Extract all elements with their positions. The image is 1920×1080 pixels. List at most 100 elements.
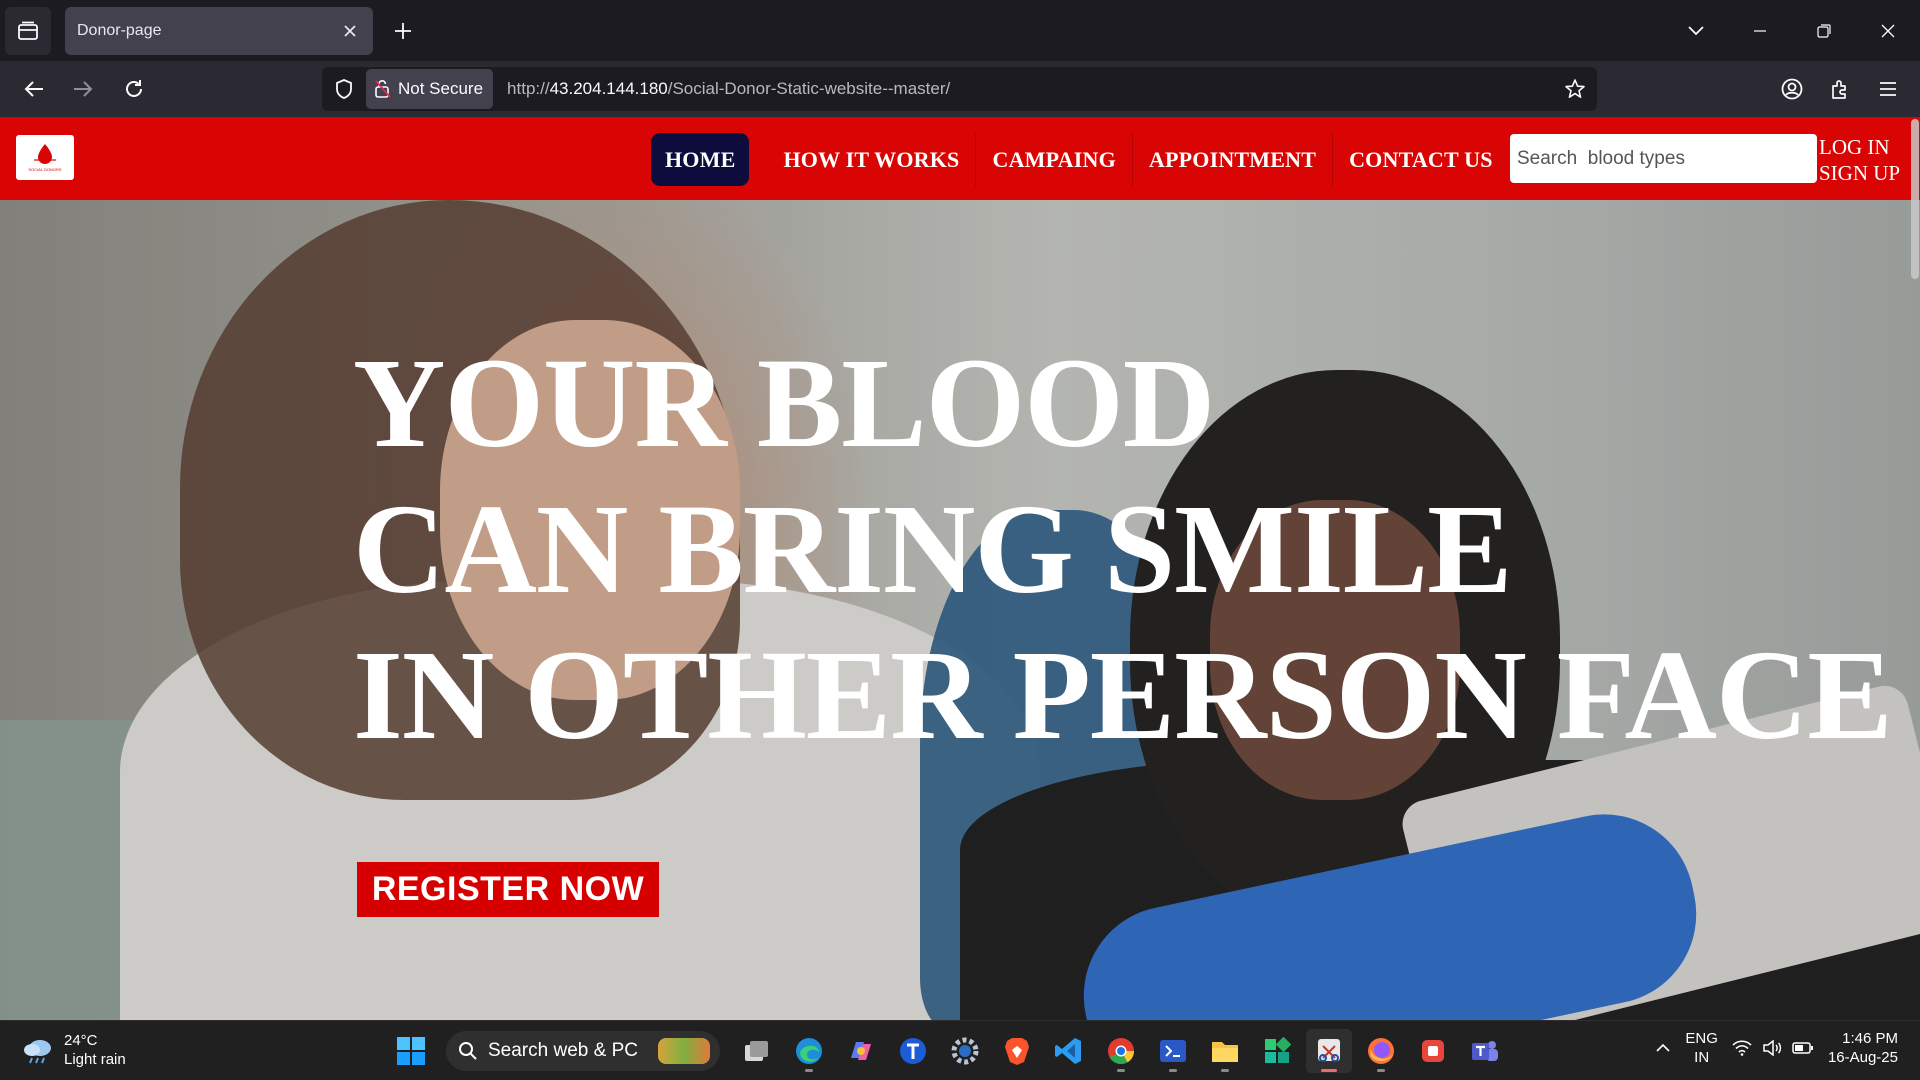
clock[interactable]: 1:46 PM 16-Aug-25 bbox=[1828, 1029, 1898, 1067]
url-text[interactable]: http://43.204.144.180/Social-Donor-Stati… bbox=[507, 79, 1553, 99]
tab-list-icon bbox=[18, 21, 38, 40]
taskbar-search[interactable]: Search web & PC bbox=[446, 1031, 720, 1071]
reload-icon bbox=[126, 80, 142, 97]
hero-line-3: IN OTHER PERSON FACE bbox=[353, 624, 1893, 766]
search-icon bbox=[459, 1042, 477, 1060]
rain-cloud-icon bbox=[24, 1040, 51, 1064]
language-indicator[interactable]: ENG IN bbox=[1685, 1029, 1718, 1067]
firefox-icon[interactable] bbox=[1358, 1029, 1404, 1073]
hero-headline: YOUR BLOOD CAN BRING SMILE IN OTHER PERS… bbox=[353, 330, 1893, 768]
toolbar-right bbox=[1772, 69, 1908, 109]
restore-button[interactable] bbox=[1792, 0, 1856, 61]
unlocked-warning-icon bbox=[375, 80, 391, 98]
settings-icon[interactable] bbox=[942, 1029, 988, 1073]
nav-home[interactable]: HOME bbox=[651, 133, 750, 186]
system-tray: ENG IN 1:46 PM 16-Aug-25 bbox=[1655, 1029, 1898, 1067]
signup-link[interactable]: SIGN UP bbox=[1819, 160, 1900, 186]
puzzle-icon bbox=[1832, 80, 1846, 99]
clock-time: 1:46 PM bbox=[1842, 1030, 1898, 1047]
hero-line-1: YOUR BLOOD bbox=[353, 332, 1215, 474]
browser-tab[interactable]: Donor-page bbox=[65, 7, 373, 55]
chevron-down-icon bbox=[1688, 25, 1704, 35]
nav-how-it-works[interactable]: HOW IT WORKS bbox=[767, 133, 977, 186]
new-tab-button[interactable] bbox=[388, 16, 418, 46]
restore-icon bbox=[1817, 23, 1831, 38]
account-button[interactable] bbox=[1772, 69, 1812, 109]
region-code: IN bbox=[1694, 1049, 1710, 1066]
battery-icon bbox=[1792, 1042, 1813, 1054]
page-scrollbar[interactable] bbox=[1911, 119, 1919, 279]
window-controls bbox=[1664, 0, 1920, 61]
hamburger-menu-icon bbox=[1880, 82, 1896, 96]
minimize-icon bbox=[1754, 29, 1766, 32]
tab-list-button[interactable] bbox=[5, 7, 51, 55]
brave-icon[interactable] bbox=[994, 1029, 1040, 1073]
grid-app-icon[interactable] bbox=[1254, 1029, 1300, 1073]
star-icon bbox=[1565, 79, 1585, 98]
nav-appointment[interactable]: APPOINTMENT bbox=[1133, 133, 1334, 186]
quick-settings[interactable] bbox=[1732, 1040, 1814, 1056]
reload-button[interactable] bbox=[114, 69, 154, 109]
back-button[interactable] bbox=[14, 69, 54, 109]
account-icon bbox=[1781, 78, 1803, 100]
address-bar[interactable]: Not Secure http://43.204.144.180/Social-… bbox=[322, 67, 1597, 111]
url-prefix: http:// bbox=[507, 79, 550, 98]
main-nav: HOME HOW IT WORKS CAMPAING APPOINTMENT C… bbox=[651, 133, 1509, 186]
clock-date: 16-Aug-25 bbox=[1827, 1049, 1898, 1066]
task-view-icon[interactable] bbox=[734, 1029, 780, 1073]
url-path: /Social-Donor-Static-website--master/ bbox=[667, 79, 951, 98]
app-menu-button[interactable] bbox=[1868, 69, 1908, 109]
search-highlight-image bbox=[658, 1038, 710, 1064]
login-link[interactable]: LOG IN bbox=[1819, 134, 1900, 160]
file-explorer-icon[interactable] bbox=[1202, 1029, 1248, 1073]
arrow-left-icon bbox=[24, 81, 43, 97]
taskbar-apps: Search web & PC bbox=[388, 1029, 1508, 1073]
auth-links: LOG IN SIGN UP bbox=[1819, 134, 1900, 186]
tab-title: Donor-page bbox=[77, 22, 162, 39]
wifi-icon bbox=[1732, 1040, 1752, 1056]
windows-logo-icon bbox=[397, 1037, 425, 1065]
site-security-indicator[interactable]: Not Secure bbox=[366, 69, 494, 109]
red-app-icon[interactable] bbox=[1410, 1029, 1456, 1073]
browser-nav-bar: Not Secure http://43.204.144.180/Social-… bbox=[0, 61, 1920, 117]
browser-tab-bar: Donor-page bbox=[0, 0, 1920, 61]
tab-close-icon[interactable] bbox=[339, 20, 361, 42]
minimize-button[interactable] bbox=[1728, 0, 1792, 61]
tracking-protection-shield-icon[interactable] bbox=[322, 67, 366, 111]
volume-icon bbox=[1763, 1040, 1782, 1056]
blood-drop-logo-icon bbox=[34, 144, 56, 164]
site-header: SOCIAL DONORS HOME HOW IT WORKS CAMPAING… bbox=[0, 117, 1920, 200]
close-window-button[interactable] bbox=[1856, 0, 1920, 61]
not-secure-label: Not Secure bbox=[398, 79, 484, 98]
register-now-button[interactable]: REGISTER NOW bbox=[357, 862, 659, 917]
chevron-up-icon[interactable] bbox=[1655, 1043, 1671, 1053]
hero-line-2: CAN BRING SMILE bbox=[353, 478, 1512, 620]
taskbar-search-label: Search web & PC bbox=[488, 1040, 638, 1061]
weather-temp: 24°C bbox=[64, 1032, 98, 1049]
os-taskbar: 24°C Light rain Search web & PC ENG IN 1… bbox=[0, 1020, 1920, 1080]
language-code: ENG bbox=[1685, 1030, 1718, 1047]
start-button[interactable] bbox=[388, 1029, 434, 1073]
nav-campaing[interactable]: CAMPAING bbox=[976, 133, 1133, 186]
copilot-icon[interactable] bbox=[838, 1029, 884, 1073]
site-logo[interactable]: SOCIAL DONORS bbox=[16, 135, 74, 180]
arrow-right-icon bbox=[74, 81, 93, 97]
extensions-button[interactable] bbox=[1820, 69, 1860, 109]
hero-banner: YOUR BLOOD CAN BRING SMILE IN OTHER PERS… bbox=[0, 200, 1920, 1020]
logo-text: SOCIAL DONORS bbox=[28, 167, 62, 172]
vscode-icon[interactable] bbox=[1046, 1029, 1092, 1073]
terminal-icon[interactable] bbox=[1150, 1029, 1196, 1073]
t-app-icon[interactable] bbox=[890, 1029, 936, 1073]
bookmark-star-button[interactable] bbox=[1553, 67, 1597, 111]
snipping-tool-icon[interactable] bbox=[1306, 1029, 1352, 1073]
weather-desc: Light rain bbox=[64, 1051, 126, 1068]
weather-widget[interactable]: 24°C Light rain bbox=[22, 1031, 126, 1069]
edge-icon[interactable] bbox=[786, 1029, 832, 1073]
chrome-icon[interactable] bbox=[1098, 1029, 1144, 1073]
url-host: 43.204.144.180 bbox=[549, 79, 668, 98]
blood-type-search-input[interactable] bbox=[1510, 134, 1817, 183]
nav-contact-us[interactable]: CONTACT US bbox=[1333, 133, 1509, 186]
forward-button[interactable] bbox=[63, 69, 103, 109]
list-all-tabs-button[interactable] bbox=[1664, 0, 1728, 61]
teams-icon[interactable] bbox=[1462, 1029, 1508, 1073]
